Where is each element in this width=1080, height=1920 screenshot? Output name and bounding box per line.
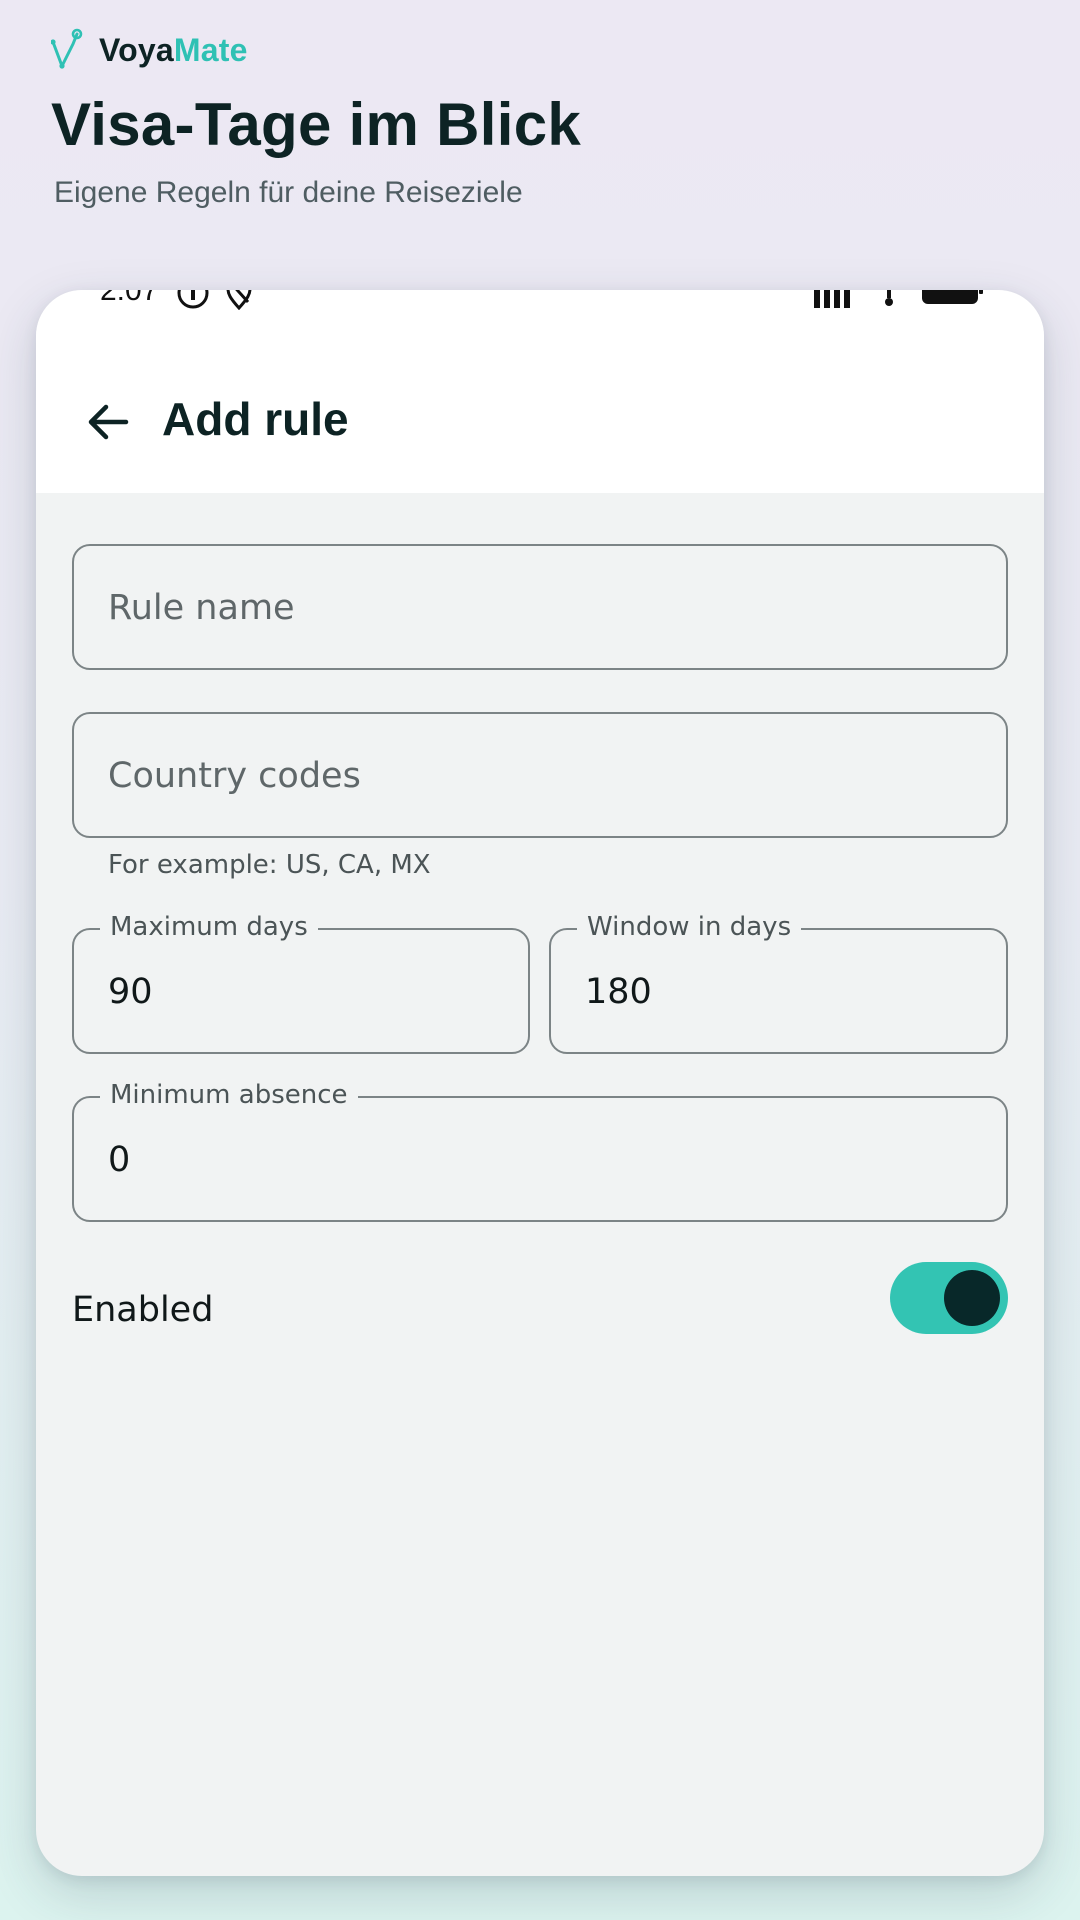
- country-codes-placeholder: Country codes: [108, 756, 361, 796]
- window-days-field[interactable]: Window in days 180: [549, 912, 1008, 1054]
- min-absence-field[interactable]: Minimum absence 0: [72, 1080, 1008, 1222]
- status-time: 2:07: [100, 290, 159, 307]
- rule-name-placeholder: Rule name: [108, 588, 295, 628]
- arrow-left-icon: [88, 404, 129, 440]
- app-bar: 2:07 Add rule: [36, 290, 1044, 493]
- max-days-value: 90: [108, 972, 153, 1012]
- back-button[interactable]: [76, 390, 140, 454]
- max-days-field[interactable]: Maximum days 90: [72, 912, 530, 1054]
- enabled-toggle[interactable]: [890, 1262, 1008, 1334]
- country-codes-field[interactable]: Country codes: [72, 712, 1008, 838]
- page-subline: Eigene Regeln für deine Reiseziele: [54, 176, 523, 209]
- wifi-icon: [885, 290, 893, 306]
- battery-icon: [922, 290, 983, 304]
- max-days-label: Maximum days: [100, 912, 318, 942]
- min-absence-value: 0: [108, 1140, 131, 1180]
- voyamate-logo-icon: [51, 28, 83, 69]
- page-headline: Visa-Tage im Blick: [51, 91, 582, 158]
- location-icon: [226, 290, 252, 310]
- window-days-value: 180: [585, 972, 652, 1012]
- info-circle-icon: [177, 290, 209, 309]
- screen-title: Add rule: [162, 393, 349, 445]
- enabled-label: Enabled: [72, 1290, 214, 1330]
- window-days-label: Window in days: [577, 912, 802, 942]
- signal-icon: [814, 290, 850, 308]
- country-codes-helper: For example: US, CA, MX: [108, 850, 431, 880]
- phone-screen: 2:07 Add rule Rule name Country codes Fo…: [36, 290, 1044, 1876]
- brand: VoyaMate: [51, 28, 248, 72]
- min-absence-label: Minimum absence: [100, 1080, 358, 1110]
- status-bar: 2:07: [36, 290, 1044, 310]
- brand-name: VoyaMate: [99, 31, 248, 68]
- rule-name-field[interactable]: Rule name: [72, 544, 1008, 670]
- toggle-thumb: [944, 1270, 1000, 1326]
